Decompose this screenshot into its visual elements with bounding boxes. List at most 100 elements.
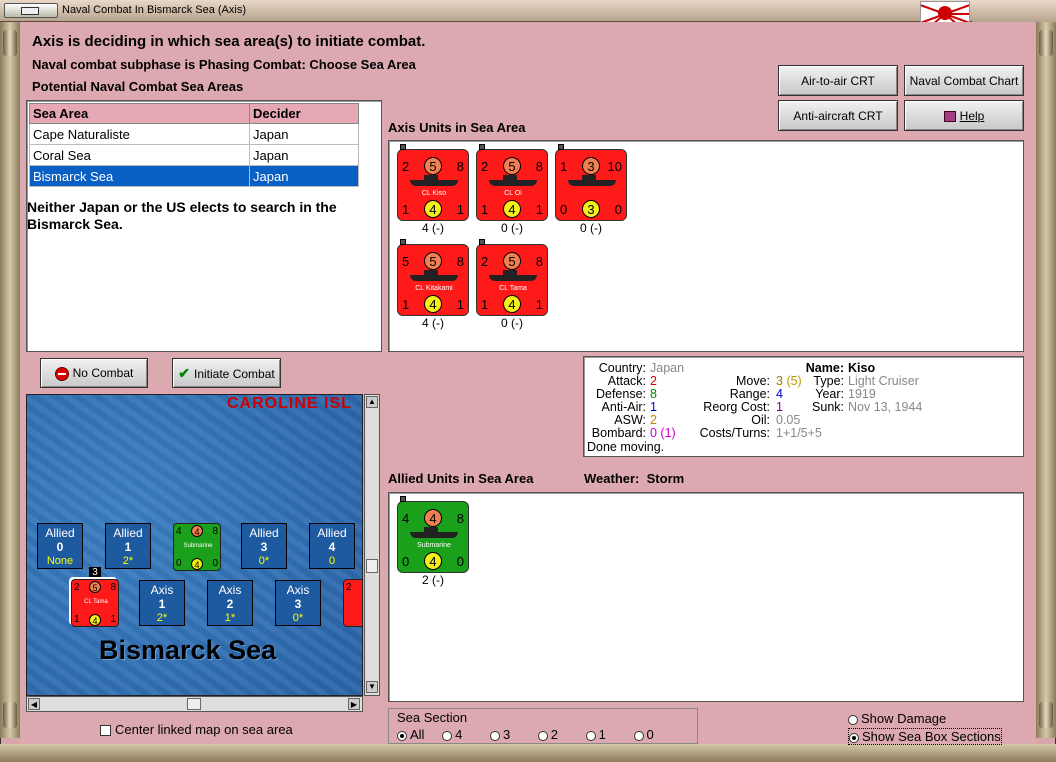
mini-name: CL Tama [84,599,108,605]
row-sea-area[interactable]: Bismarck Sea [29,165,250,187]
unit-counter[interactable]: 2 5 8 1 4 1 CL Tama [476,239,548,316]
counter-bottom-right-value: 1 [535,297,543,312]
costs-value: 1+1/5+5 [776,426,822,440]
counter-move-circle: 3 [582,200,600,218]
map-vertical-scrollbar[interactable]: ▲ ▼ [364,394,380,696]
counter-bottom-right-value: 0 [456,554,464,569]
weather-caption: Weather: [584,471,640,486]
title-bar-right [972,1,1056,22]
radio-2[interactable] [537,730,548,741]
scroll-up-arrow-icon[interactable]: ▲ [366,396,378,408]
mini-tl: 2 [346,582,352,593]
counter-caption: 0 (-) [501,316,523,330]
move-value: 3 [776,374,783,388]
counter-attack-circle: 5 [424,157,442,175]
radio-option-1[interactable]: 1 [585,727,606,742]
anti-aircraft-crt-button[interactable]: Anti-aircraft CRT [778,100,898,131]
scroll-left-arrow-icon[interactable]: ◀ [28,698,40,710]
counter-attack-circle: 4 [424,509,442,527]
unit-counter[interactable]: 5 5 8 1 4 1 CL Kitakami [397,239,469,316]
counter-top-right-value: 8 [456,159,464,174]
show-damage-option[interactable]: Show Damage [848,711,946,726]
axis-sea-box-1[interactable]: Axis 1 2* [139,580,185,626]
radio-option-4[interactable]: 4 [442,727,462,742]
counter-bottom-left-value: 0 [402,554,410,569]
map-edge-counter[interactable]: 2 [343,579,362,627]
box-count: 2* [122,555,134,567]
checkmark-icon: ✔ [178,365,190,381]
weather-label: Weather: Storm [584,471,684,486]
radio-0[interactable] [633,730,644,741]
row-decider[interactable]: Japan [249,144,359,166]
box-number: 1 [124,540,132,554]
allied-sea-box-3[interactable]: Allied 3 0* [241,523,287,569]
horizontal-scroll-thumb[interactable] [187,698,201,710]
table-row[interactable]: Cape Naturaliste Japan [29,123,359,145]
system-menu-button[interactable] [4,3,58,18]
box-number: 4 [328,540,336,554]
vertical-scroll-thumb[interactable] [366,559,378,573]
map-horizontal-scrollbar[interactable]: ◀ ▶ [26,696,363,712]
show-sea-box-sections-option[interactable]: Show Sea Box Sections [848,728,1002,745]
counter-caption: 2 (-) [422,573,444,587]
radio-all[interactable] [397,730,407,741]
naval-combat-chart-button[interactable]: Naval Combat Chart [904,65,1024,96]
row-decider[interactable]: Japan [249,123,359,145]
counter-attack-circle: 3 [582,157,600,175]
counter-bottom-left-value: 1 [402,202,410,217]
row-sea-area[interactable]: Cape Naturaliste [29,123,250,145]
sea-name-label: Bismarck Sea [99,635,277,665]
radio-2-label: 2 [550,727,559,742]
box-title: Allied [249,526,279,540]
counter-unit-name: Submarine [417,542,451,549]
show-damage-radio[interactable] [848,714,858,725]
unit-counter[interactable]: 2 5 8 1 4 1 CL Kiso [397,144,469,221]
radio-4[interactable] [442,730,453,741]
radio-option-all[interactable]: All [397,727,424,742]
radio-option-3[interactable]: 3 [489,727,510,742]
sea-area-map[interactable]: CAROLINE ISL Allied 0 None Allied 1 2* 4… [26,394,363,696]
allied-sea-box-1[interactable]: Allied 1 2* [105,523,151,569]
counter-move-circle: 4 [503,295,521,313]
table-row[interactable]: Coral Sea Japan [29,144,359,166]
unit-counter[interactable]: 2 5 8 1 4 1 CL Oi [476,144,548,221]
initiate-combat-button[interactable]: ✔ Initiate Combat [172,358,281,388]
map-cl-tama-counter[interactable]: 2 5 8 CL Tama 1 4 1 [71,579,119,627]
table-row-selected[interactable]: Bismarck Sea Japan [29,165,359,187]
no-combat-button[interactable]: No Combat [40,358,148,388]
help-button[interactable]: Help [904,100,1024,131]
unit-counter[interactable]: 4 4 8 0 4 0 Submarine [397,496,469,573]
counter-marker-icon [400,144,406,150]
counter-move-circle: 4 [424,552,442,570]
allied-sea-box-4[interactable]: Allied 4 0 [309,523,355,569]
box-count: 0 [328,555,336,567]
search-message: Neither Japan or the US elects to search… [27,199,337,232]
axis-sea-box-3[interactable]: Axis 3 0* [275,580,321,626]
show-sections-radio[interactable] [849,732,859,743]
radio-option-0[interactable]: 0 [633,727,654,742]
radio-option-2[interactable]: 2 [537,727,559,742]
counter-bottom-right-value: 1 [456,297,464,312]
air-to-air-crt-button[interactable]: Air-to-air CRT [778,65,898,96]
row-sea-area[interactable]: Coral Sea [29,144,250,166]
center-map-checkbox[interactable] [100,725,111,737]
radio-1[interactable] [585,730,596,741]
allied-sea-box-0[interactable]: Allied 0 None [37,523,83,569]
radio-3[interactable] [489,730,500,741]
row-decider[interactable]: Japan [249,165,359,187]
counter-unit-name: CL Tama [499,285,527,292]
col-decider[interactable]: Decider [249,103,359,124]
counter-top-left-value: 2 [402,159,410,174]
title-bar[interactable]: Naval Combat In Bismarck Sea (Axis) [0,0,1056,22]
axis-sea-box-2[interactable]: Axis 2 1* [207,580,253,626]
radio-4-label: 4 [455,727,463,742]
map-submarine-counter[interactable]: 4 4 8 Submarine 0 4 0 [173,523,221,571]
counter-top-right-value: 8 [535,159,543,174]
scroll-right-arrow-icon[interactable]: ▶ [348,698,360,710]
unit-counter[interactable]: 1 3 10 0 3 0 [555,144,627,221]
show-sections-label: Show Sea Box Sections [862,729,1001,744]
center-map-option[interactable]: Center linked map on sea area [100,722,293,737]
col-sea-area[interactable]: Sea Area [29,103,250,124]
scroll-down-arrow-icon[interactable]: ▼ [366,681,378,693]
counter-move-circle: 4 [424,295,442,313]
